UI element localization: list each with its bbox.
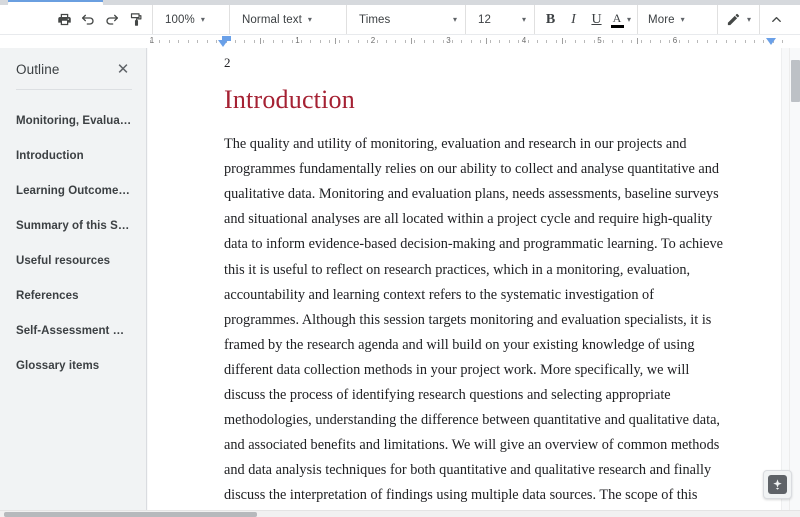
chevron-down-icon: ▾ bbox=[200, 14, 205, 24]
outline-item-3[interactable]: Summary of this S… bbox=[0, 209, 146, 244]
left-indent-marker[interactable] bbox=[218, 40, 228, 47]
font-size-value: 12 bbox=[478, 13, 491, 26]
more-dropdown[interactable]: More ▾ bbox=[642, 9, 689, 31]
horizontal-scrollbar-thumb[interactable] bbox=[4, 512, 257, 517]
outline-item-6[interactable]: Self-Assessment … bbox=[0, 314, 146, 349]
chevron-down-icon[interactable]: ▾ bbox=[747, 15, 751, 24]
outline-item-7[interactable]: Glossary items bbox=[0, 349, 146, 384]
chevron-down-icon[interactable]: ▾ bbox=[627, 15, 631, 24]
toolbar-group-zoom: 100% ▾ bbox=[153, 5, 230, 34]
chevron-down-icon: ▾ bbox=[680, 14, 685, 24]
page-number: 2 bbox=[224, 55, 231, 70]
underline-button[interactable]: U bbox=[585, 9, 608, 31]
outline-item-list: Monitoring, Evalua… Introduction Learning … bbox=[0, 90, 146, 384]
browser-tab-accent bbox=[8, 0, 103, 2]
font-family-value: Times bbox=[359, 13, 391, 26]
ruler-track bbox=[148, 35, 780, 48]
ruler-number-4: 4 bbox=[521, 36, 527, 45]
document-outline-panel: Outline ✕ Monitoring, Evalua… Introductio… bbox=[0, 48, 147, 510]
ruler-number-5: 5 bbox=[597, 36, 602, 45]
ruler-number-start: 1 bbox=[149, 36, 155, 45]
paragraph-style-value: Normal text bbox=[242, 13, 302, 26]
document-body-paragraph[interactable]: The quality and utility of monitoring, e… bbox=[224, 132, 729, 510]
collapse-menus-icon[interactable] bbox=[764, 9, 788, 31]
toolbar-group-collapse bbox=[760, 5, 800, 34]
document-page[interactable]: 2 Introduction The quality and utility o… bbox=[148, 48, 781, 510]
outline-header: Outline ✕ bbox=[0, 48, 146, 89]
sparkle-icon bbox=[768, 475, 787, 494]
outline-item-2[interactable]: Learning Outcome… bbox=[0, 174, 146, 209]
toolbar-group-style: Normal text ▾ bbox=[230, 5, 347, 34]
docs-main-area: Outline ✕ Monitoring, Evalua… Introductio… bbox=[0, 48, 800, 517]
document-canvas[interactable]: 2 Introduction The quality and utility o… bbox=[148, 48, 789, 510]
docs-toolbar: 100% ▾ Normal text ▾ Times ▾ 12 ▾ B I U … bbox=[0, 5, 800, 35]
chevron-down-icon: ▾ bbox=[452, 14, 457, 24]
undo-icon[interactable] bbox=[76, 9, 100, 31]
toolbar-group-format: B I U A ▾ bbox=[535, 5, 639, 34]
print-icon[interactable] bbox=[52, 9, 76, 31]
text-color-label: A bbox=[612, 10, 622, 25]
toolbar-group-font: Times ▾ bbox=[347, 5, 466, 34]
more-label: More bbox=[648, 13, 675, 26]
paragraph-style-dropdown[interactable]: Normal text ▾ bbox=[234, 9, 342, 31]
font-size-dropdown[interactable]: 12 ▾ bbox=[470, 9, 530, 31]
zoom-dropdown[interactable]: 100% ▾ bbox=[157, 9, 225, 31]
outline-item-5[interactable]: References bbox=[0, 279, 146, 314]
italic-button[interactable]: I bbox=[562, 9, 585, 31]
close-icon[interactable]: ✕ bbox=[114, 62, 132, 77]
font-family-dropdown[interactable]: Times ▾ bbox=[351, 9, 461, 31]
chevron-down-icon: ▾ bbox=[521, 14, 526, 24]
chevron-down-icon: ▾ bbox=[307, 14, 312, 24]
docs-app-window: 100% ▾ Normal text ▾ Times ▾ 12 ▾ B I U … bbox=[0, 0, 800, 517]
toolbar-group-mode: ▾ bbox=[716, 5, 760, 34]
right-indent-marker[interactable] bbox=[766, 38, 776, 45]
ruler-number-3: 3 bbox=[446, 36, 451, 45]
explore-button[interactable] bbox=[763, 470, 792, 499]
toolbar-group-actions bbox=[48, 5, 153, 34]
editing-mode-icon[interactable] bbox=[722, 9, 746, 31]
toolbar-group-more: More ▾ bbox=[638, 5, 693, 34]
text-color-button[interactable]: A bbox=[608, 9, 626, 31]
redo-icon[interactable] bbox=[100, 9, 124, 31]
outline-item-0[interactable]: Monitoring, Evalua… bbox=[0, 104, 146, 139]
outline-title: Outline bbox=[16, 62, 60, 77]
zoom-value: 100% bbox=[165, 13, 195, 26]
outline-item-1[interactable]: Introduction bbox=[0, 139, 146, 174]
document-ruler[interactable]: 1 1 2 3 4 5 6 bbox=[0, 35, 800, 49]
outline-item-4[interactable]: Useful resources bbox=[0, 244, 146, 279]
document-heading[interactable]: Introduction bbox=[224, 85, 729, 114]
bold-button[interactable]: B bbox=[539, 9, 562, 31]
horizontal-scrollbar[interactable] bbox=[0, 510, 800, 517]
paint-format-icon[interactable] bbox=[124, 9, 148, 31]
ruler-number-6: 6 bbox=[672, 36, 678, 45]
vertical-scrollbar[interactable] bbox=[789, 48, 800, 510]
ruler-number-2: 2 bbox=[370, 36, 376, 45]
text-color-swatch bbox=[610, 24, 624, 28]
ruler-number-1: 1 bbox=[295, 36, 300, 45]
vertical-scrollbar-thumb[interactable] bbox=[791, 60, 800, 102]
toolbar-group-font-size: 12 ▾ bbox=[466, 5, 535, 34]
